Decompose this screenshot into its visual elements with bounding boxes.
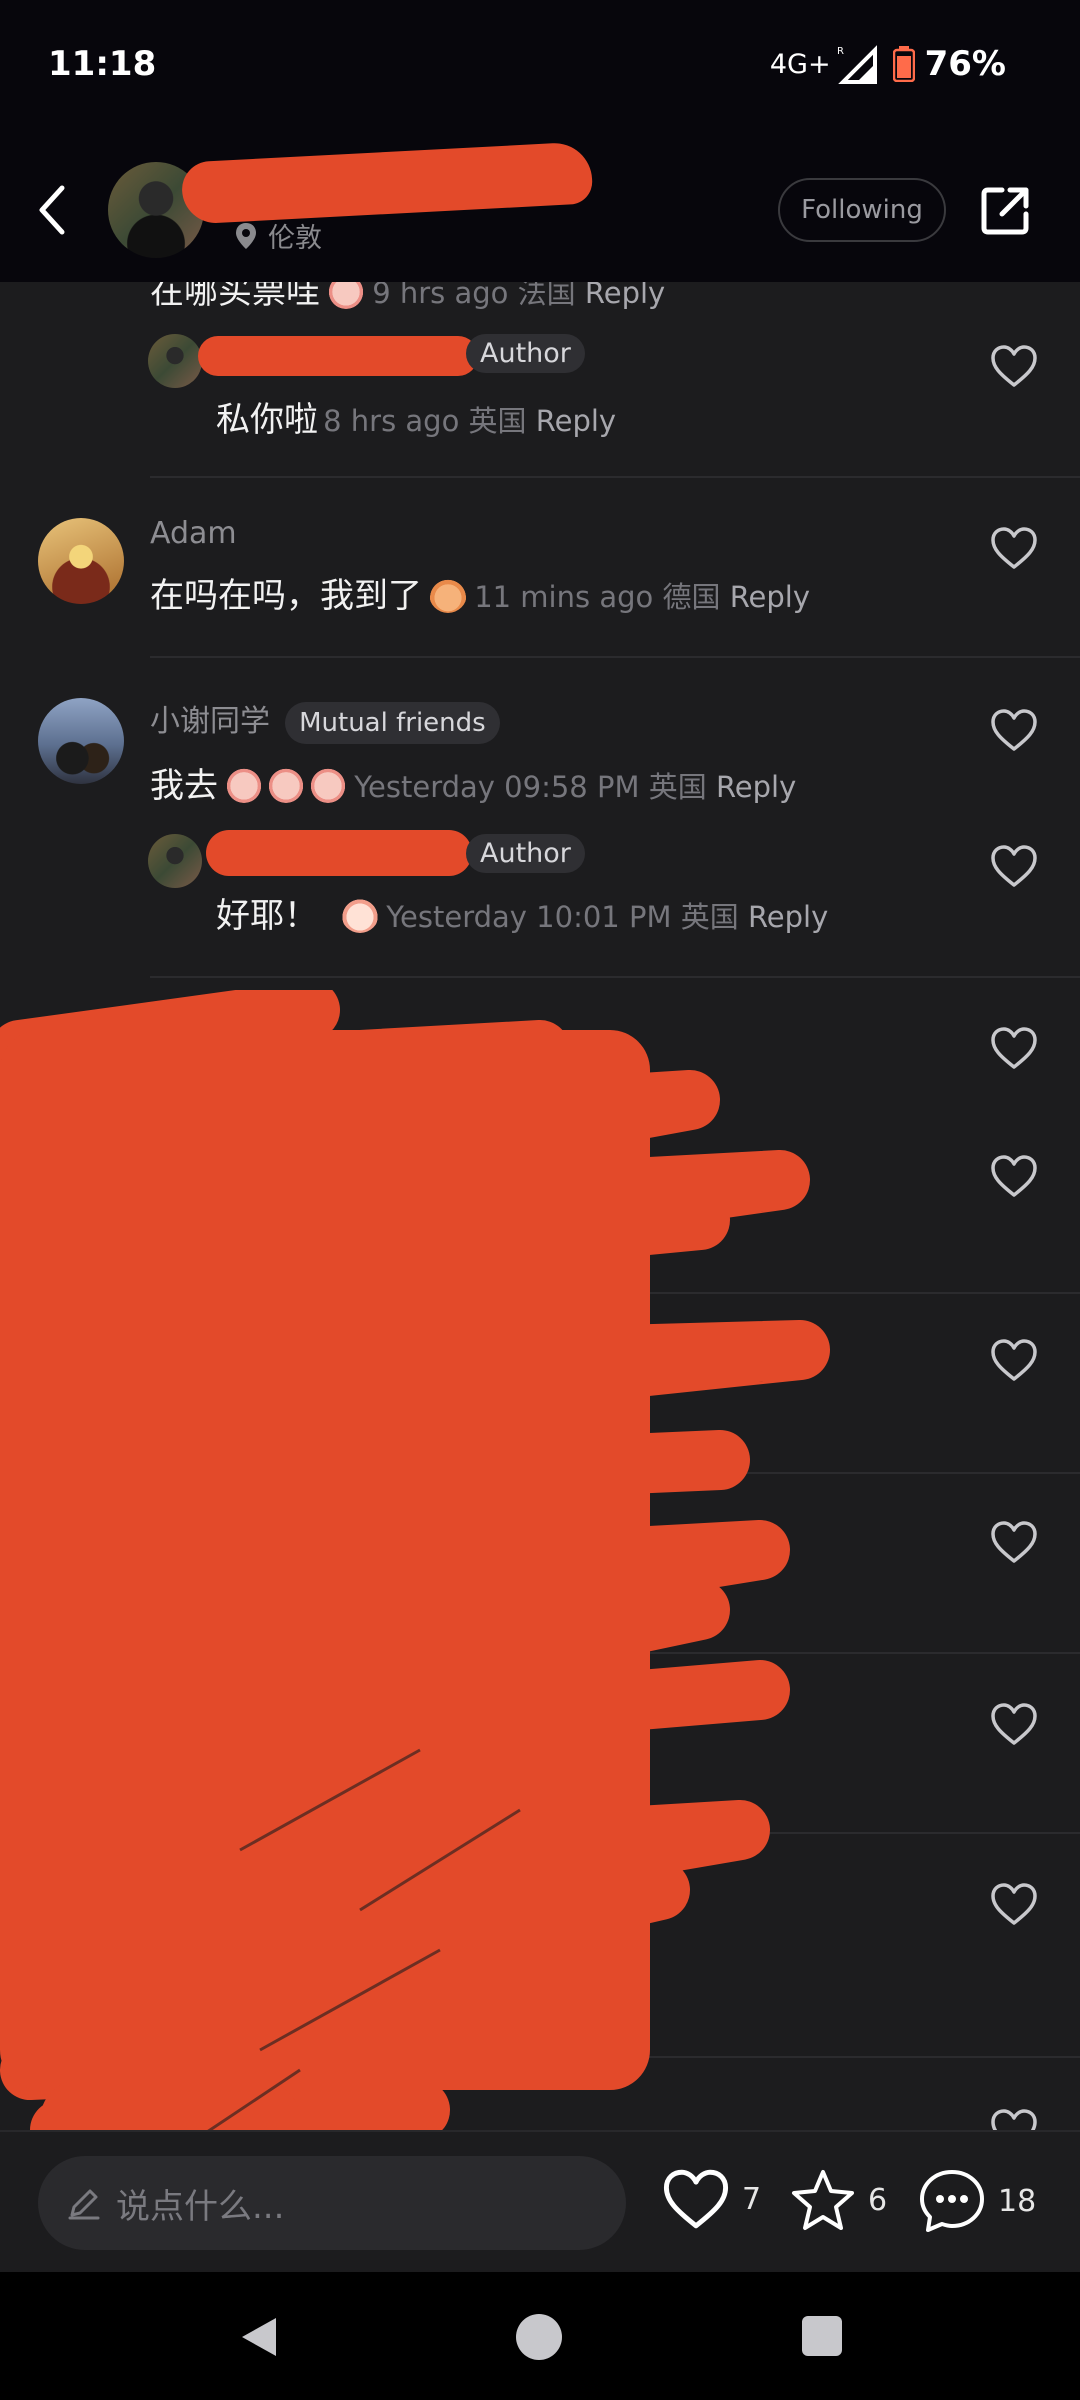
redaction-scribble <box>0 990 830 2230</box>
like-count: 7 <box>742 2181 762 2217</box>
comment-input[interactable]: 说点什么... <box>38 2156 626 2250</box>
comment-meta: 8 hrs ago 英国 Reply <box>323 404 617 438</box>
like-button[interactable]: 7 <box>662 2168 761 2230</box>
comment-body: 在吗在吗，我到了 11 mins ago 德国 Reply <box>150 568 810 617</box>
comment-bubble-icon <box>920 2170 984 2232</box>
star-icon <box>792 2170 854 2230</box>
author-badge: Author <box>466 334 585 373</box>
post-header: 伦敦 Following <box>0 140 1080 282</box>
emoji-icon <box>309 765 348 803</box>
system-nav-bar <box>0 2272 1080 2400</box>
status-bar: 11:18 4G+ R 76% <box>0 0 1080 140</box>
comment-meta: Yesterday 10:01 PM 英国 Reply <box>386 900 829 934</box>
heart-icon[interactable] <box>990 1338 1038 1382</box>
heart-icon[interactable] <box>990 1882 1038 1926</box>
heart-icon[interactable] <box>990 2108 1038 2130</box>
emoji-icon <box>341 895 380 933</box>
location-label: 伦敦 <box>268 223 322 254</box>
comment-input-placeholder: 说点什么... <box>116 2186 285 2227</box>
user-avatar[interactable] <box>38 698 124 784</box>
divider <box>150 976 1080 978</box>
reply-link[interactable]: Reply <box>730 580 810 614</box>
comment-meta: 11 mins ago 德国 Reply <box>474 580 811 614</box>
emoji-icon <box>429 575 468 613</box>
comment-count: 18 <box>998 2183 1037 2219</box>
reply-link[interactable]: Reply <box>585 282 665 310</box>
divider <box>150 476 1080 478</box>
username[interactable]: 小谢同学 <box>150 704 270 739</box>
emoji-icon <box>225 765 264 803</box>
status-indicators: 4G+ R 76% <box>770 44 1006 84</box>
nav-back-icon[interactable] <box>236 2314 280 2360</box>
mutual-friends-badge: Mutual friends <box>285 702 500 744</box>
comment-meta: 9 hrs ago 法国 Reply <box>372 282 665 310</box>
emoji-icon <box>267 765 306 803</box>
network-type: 4G+ <box>769 48 831 80</box>
reply-body: 好耶！ Yesterday 10:01 PM 英国 Reply <box>216 888 828 937</box>
comment-header: 小谢同学 Mutual friends <box>150 696 500 744</box>
back-icon[interactable] <box>30 178 74 242</box>
bottom-action-bar: 说点什么... 7 6 18 <box>0 2130 1080 2272</box>
heart-icon[interactable] <box>990 1520 1038 1564</box>
reply-link[interactable]: Reply <box>748 900 828 934</box>
heart-icon[interactable] <box>990 1154 1038 1198</box>
comment-text: 在吗在吗，我到了 <box>150 576 422 616</box>
heart-icon[interactable] <box>990 1026 1038 1070</box>
emoji-icon <box>327 282 366 309</box>
signal-icon: R <box>837 45 877 84</box>
heart-icon[interactable] <box>990 844 1038 888</box>
nav-recents-icon[interactable] <box>802 2316 842 2356</box>
comment-partial: 在哪买票哇 9 hrs ago 法国 Reply <box>150 282 665 313</box>
redaction-mark <box>198 336 478 376</box>
following-button[interactable]: Following <box>778 178 946 242</box>
divider <box>150 656 1080 658</box>
comment-text: 在哪买票哇 <box>150 282 320 312</box>
svg-text:R: R <box>837 46 844 57</box>
redaction-mark <box>180 141 594 225</box>
heart-icon <box>663 2169 729 2229</box>
pencil-icon <box>68 2189 100 2220</box>
heart-icon[interactable] <box>990 526 1038 570</box>
comment-text: 好耶！ <box>216 896 318 936</box>
comment-text: 私你啦 <box>216 400 318 440</box>
heart-icon[interactable] <box>990 1702 1038 1746</box>
comment-meta: Yesterday 09:58 PM 英国 Reply <box>354 770 797 804</box>
comment-body: 我去 Yesterday 09:58 PM 英国 Reply <box>150 758 796 807</box>
favorite-count: 6 <box>868 2182 888 2218</box>
user-avatar[interactable] <box>38 518 124 604</box>
battery-percent: 76% <box>924 44 1006 84</box>
author-avatar-small[interactable] <box>148 834 202 888</box>
battery-icon <box>892 46 915 82</box>
nav-home-icon[interactable] <box>516 2314 562 2360</box>
comment-button[interactable]: 18 <box>918 2168 1036 2234</box>
reply-body: 私你啦 8 hrs ago 英国 Reply <box>216 392 616 441</box>
status-time: 11:18 <box>48 44 157 84</box>
author-avatar-small[interactable] <box>148 334 202 388</box>
reply-link[interactable]: Reply <box>536 404 616 438</box>
reply-link[interactable]: Reply <box>716 770 796 804</box>
heart-icon[interactable] <box>990 344 1038 388</box>
heart-icon[interactable] <box>990 708 1038 752</box>
comment-text: 我去 <box>150 766 218 806</box>
author-location: 伦敦 <box>236 216 322 255</box>
location-pin-icon <box>236 222 256 249</box>
username[interactable]: Adam <box>150 516 237 551</box>
favorite-button[interactable]: 6 <box>790 2168 887 2232</box>
share-icon[interactable] <box>978 184 1032 238</box>
redaction-mark <box>206 830 472 876</box>
author-badge: Author <box>466 834 585 873</box>
